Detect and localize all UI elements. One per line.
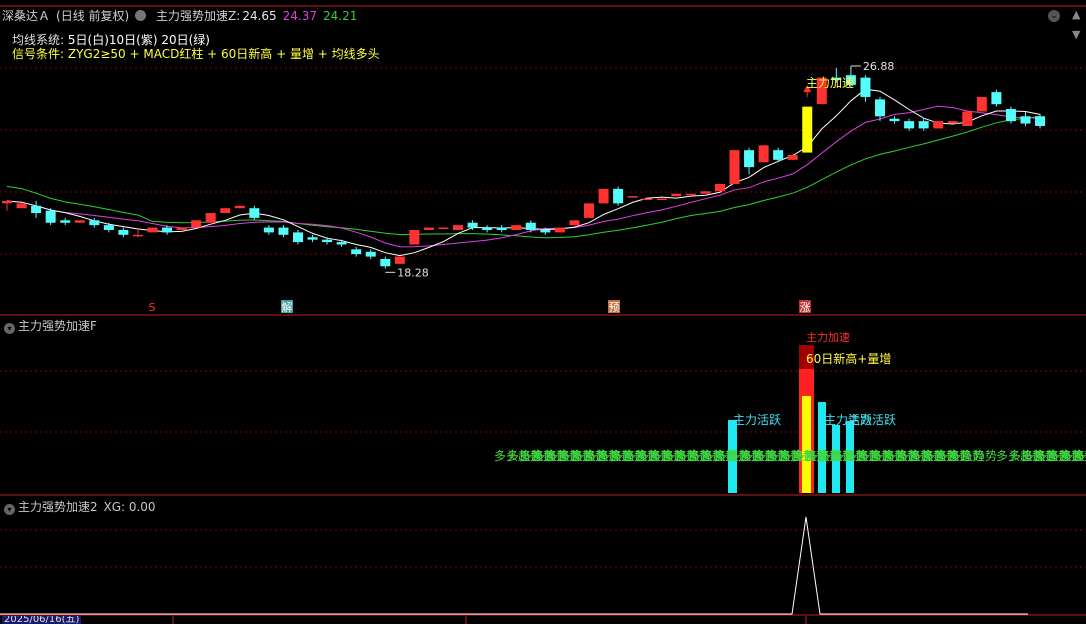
panel2-title[interactable]: ▾ 主力强势加速F xyxy=(4,317,97,334)
candle-body xyxy=(744,150,755,168)
candle-body xyxy=(162,227,173,233)
candle-body xyxy=(205,213,216,223)
candle-body xyxy=(293,232,303,243)
candle-body xyxy=(802,106,813,153)
candle-body xyxy=(263,227,274,233)
candle-body xyxy=(2,200,12,204)
candle-body xyxy=(875,99,885,117)
candle-body xyxy=(933,121,944,129)
candle-body xyxy=(74,220,85,223)
ma5-line xyxy=(6,88,1041,257)
candle-body xyxy=(976,96,987,112)
candlestick-chart[interactable]: 主力加速26.8818.28S 解预涨主力加速60日新高+量增主力活跃 主力活跃主力… xyxy=(0,0,1086,624)
candle-body xyxy=(962,111,973,126)
marker-0: S xyxy=(149,301,156,314)
accel-bar-yellow xyxy=(802,396,811,493)
panel2-newhigh-label: 60日新高+量增 xyxy=(806,351,891,366)
candle-body xyxy=(1005,109,1016,122)
candle-body xyxy=(613,188,624,204)
candle-body xyxy=(351,249,362,255)
candle-body xyxy=(482,227,493,230)
candle-body xyxy=(278,227,289,235)
candle-body xyxy=(394,256,405,264)
panel2-active-label: 主力活跃 xyxy=(733,413,781,427)
panel2-active-label-3: 主力活跃 xyxy=(848,413,896,427)
candle-body xyxy=(31,205,42,214)
candle-body xyxy=(947,121,958,124)
candle-body xyxy=(409,229,420,245)
candle-body xyxy=(423,227,434,230)
candle-body xyxy=(1035,116,1046,126)
candle-body xyxy=(860,77,871,97)
panel3-xg: XG: 0.00 xyxy=(103,500,156,514)
chart-stage: 深桑达Ａ (日线 前复权) 主力强势加速Z: 24.65 24.37 24.21 均线系… xyxy=(0,0,1086,624)
panel3-title[interactable]: ▾ 主力强势加速2 XG: 0.00 xyxy=(4,498,156,515)
candle-body xyxy=(627,196,638,198)
candle-body xyxy=(758,145,769,163)
candle-body xyxy=(525,222,536,230)
candle-body xyxy=(598,188,609,204)
candle-body xyxy=(918,121,929,129)
ma20-line xyxy=(6,115,1041,239)
candle-body xyxy=(496,227,507,230)
candle-body xyxy=(336,242,347,245)
candle-body xyxy=(1020,116,1031,124)
candle-body xyxy=(380,259,391,267)
panel2-menu-icon[interactable]: ▾ xyxy=(4,323,15,334)
marker-3: 涨 xyxy=(800,301,811,314)
candle-body xyxy=(904,121,915,129)
candle-body xyxy=(685,193,696,196)
candle-body xyxy=(322,239,333,243)
candle-body xyxy=(118,229,129,235)
candle-body xyxy=(729,150,740,185)
high-label: 26.88 xyxy=(863,60,895,73)
trend-label: 多头趋势 xyxy=(949,449,997,463)
candle-body xyxy=(671,193,682,197)
candle-body xyxy=(220,208,231,214)
candle-body xyxy=(132,234,143,237)
candle-body xyxy=(89,220,100,226)
panel3-menu-icon[interactable]: ▾ xyxy=(4,504,15,515)
candle-body xyxy=(540,229,551,233)
candle-body xyxy=(642,198,653,201)
candle-body xyxy=(511,225,522,230)
candle-body xyxy=(45,210,56,223)
candle-body xyxy=(700,191,711,194)
candle-body xyxy=(16,203,27,209)
bottom-date: 2025/06/16(五) xyxy=(2,616,82,624)
xg-signal-line xyxy=(0,516,1028,615)
panel2-top-label: 主力加速 xyxy=(806,331,850,344)
accel-label: 主力加速 xyxy=(806,76,854,90)
candle-body xyxy=(991,92,1002,105)
low-label: 18.28 xyxy=(397,266,429,279)
candle-body xyxy=(307,237,318,240)
candle-body xyxy=(234,205,245,209)
ma10-line xyxy=(6,105,1041,248)
candle-body xyxy=(787,155,798,160)
candle-body xyxy=(438,227,449,230)
candle-body xyxy=(191,220,202,228)
candle-body xyxy=(889,118,900,122)
candle-body xyxy=(365,251,376,257)
candle-body xyxy=(714,184,725,192)
candle-body xyxy=(554,227,565,233)
candle-body xyxy=(584,203,594,218)
candle-body xyxy=(249,208,260,218)
candle-body xyxy=(103,225,114,230)
marker-2: 预 xyxy=(609,301,620,314)
marker-1: 解 xyxy=(282,300,293,314)
trend-label: 多头趋势 xyxy=(1074,449,1086,463)
candle-body xyxy=(656,198,667,201)
candle-body xyxy=(176,227,187,230)
candle-body xyxy=(453,225,464,230)
candle-body xyxy=(60,220,71,223)
candle-body xyxy=(569,220,580,226)
candle-body xyxy=(147,227,158,233)
candle-body xyxy=(773,150,784,160)
candle-body xyxy=(467,222,478,228)
